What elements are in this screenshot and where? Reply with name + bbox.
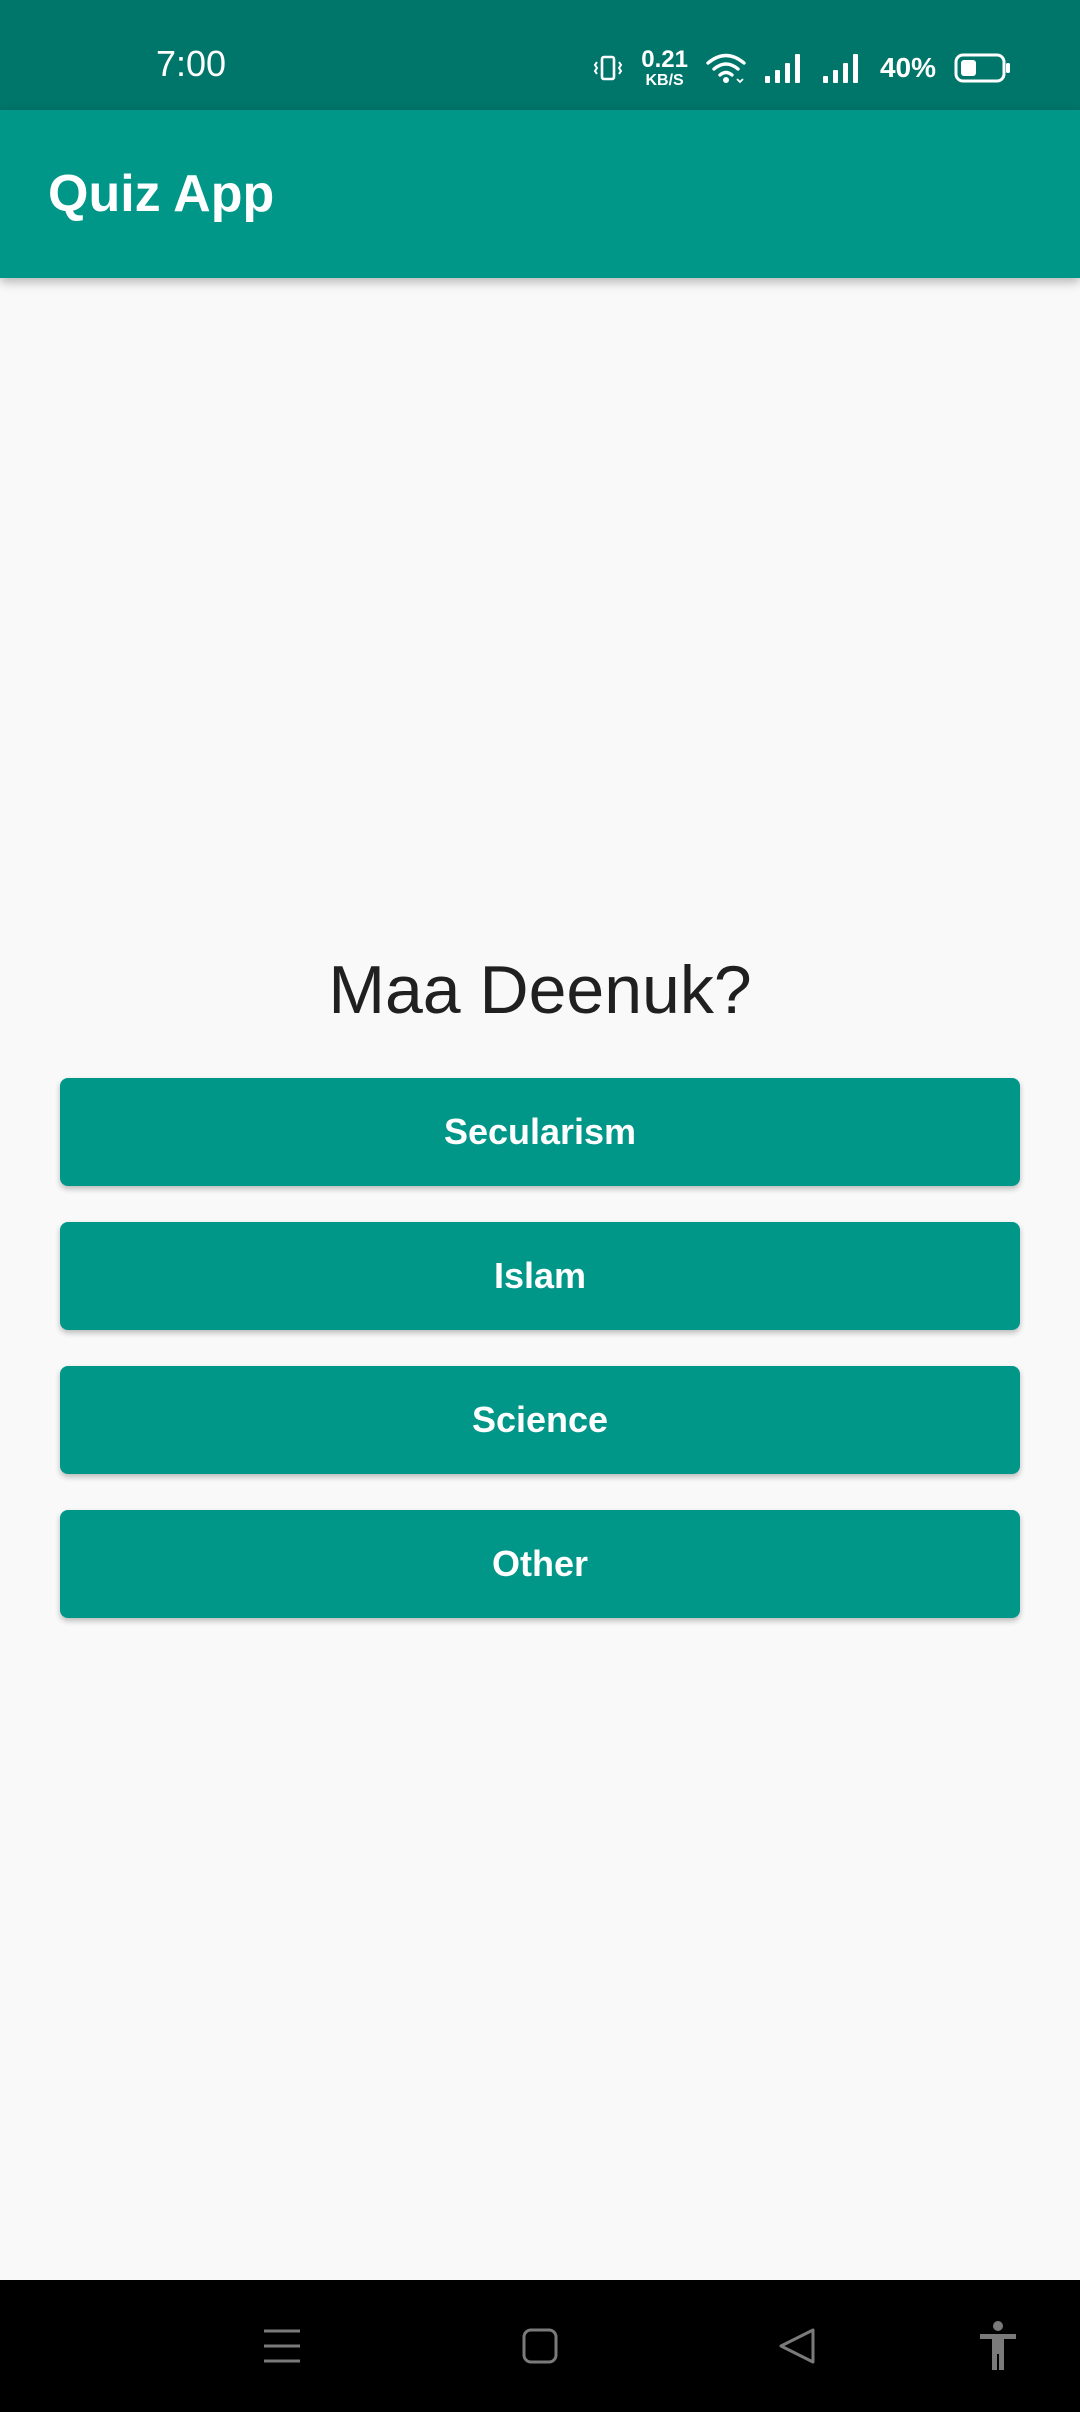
back-icon bbox=[777, 2326, 817, 2366]
battery-percent: 40% bbox=[879, 52, 936, 83]
answer-button-secularism[interactable]: Secularism bbox=[60, 1078, 1020, 1186]
home-button[interactable] bbox=[500, 2280, 580, 2412]
accessibility-icon bbox=[978, 2320, 1018, 2372]
status-bar: 7:00 0.21 KB/S 40% bbox=[0, 0, 1080, 110]
wifi-icon bbox=[706, 51, 746, 85]
app-title: Quiz App bbox=[48, 165, 275, 223]
navigation-bar bbox=[0, 2280, 1080, 2412]
question-text: Maa Deenuk? bbox=[328, 952, 752, 1028]
menu-button[interactable] bbox=[242, 2280, 322, 2412]
status-indicators: 0.21 KB/S 40% bbox=[575, 44, 1012, 92]
accessibility-button[interactable] bbox=[958, 2280, 1038, 2412]
network-speed-unit: KB/S bbox=[645, 71, 684, 89]
app-bar: Quiz App bbox=[0, 110, 1080, 278]
answer-button-other[interactable]: Other bbox=[60, 1510, 1020, 1618]
answer-button-science[interactable]: Science bbox=[60, 1366, 1020, 1474]
network-speed-value: 0.21 bbox=[641, 45, 688, 73]
back-button[interactable] bbox=[757, 2280, 837, 2412]
battery-icon bbox=[954, 53, 1012, 83]
answer-button-islam[interactable]: Islam bbox=[60, 1222, 1020, 1330]
signal-icon bbox=[764, 52, 804, 84]
home-icon bbox=[521, 2327, 559, 2365]
menu-icon bbox=[262, 2328, 302, 2364]
network-speed: 0.21 KB/S bbox=[641, 45, 688, 89]
vibrate-icon bbox=[593, 53, 623, 83]
signal-icon bbox=[822, 52, 862, 84]
status-time: 7:00 bbox=[156, 43, 227, 84]
